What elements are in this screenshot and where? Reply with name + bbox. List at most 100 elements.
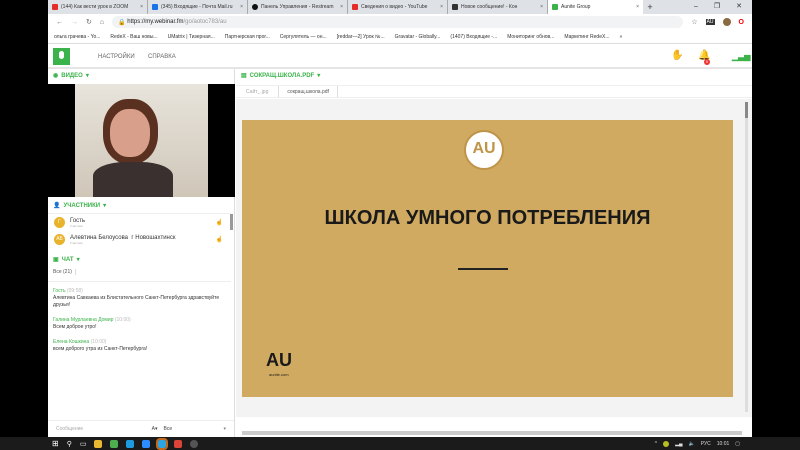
hand-icon[interactable]: ☝ xyxy=(216,219,223,226)
document-tab-active[interactable]: сокращ.школа.pdf xyxy=(279,86,338,97)
logo-subtext: aunite.com xyxy=(269,372,289,377)
chevron-down-icon: ▾ xyxy=(223,426,226,432)
participants-header[interactable]: 👤 УЧАСТНИКИ ▾ xyxy=(53,202,106,210)
vk-icon xyxy=(452,4,458,10)
video-label: ВИДЕО xyxy=(61,72,83,79)
text-format-icon[interactable]: A▾ xyxy=(152,426,158,432)
participants-scrollbar[interactable] xyxy=(230,214,233,230)
back-icon[interactable]: ← xyxy=(56,19,63,26)
recipient-select[interactable]: Все xyxy=(163,426,223,432)
tray-chevron-icon[interactable]: ^ xyxy=(655,441,657,447)
close-window-button[interactable]: ✕ xyxy=(736,0,742,14)
youtube-icon xyxy=(352,4,358,10)
close-icon[interactable]: × xyxy=(340,4,343,10)
bookmarks-bar: ольга грачева - Yo... RedeX - Ваш новы..… xyxy=(48,30,752,44)
bookmark[interactable]: Gravatar - Globally... xyxy=(395,34,441,40)
video-panel-header[interactable]: ◉ ВИДЕО ▾ xyxy=(53,72,89,80)
new-tab-button[interactable]: + xyxy=(643,0,657,14)
minimize-button[interactable]: – xyxy=(694,0,698,14)
document-label: СОКРАЩ.ШКОЛА.PDF xyxy=(249,72,315,79)
chat-filter-tab[interactable]: Все (21) xyxy=(53,269,76,275)
author: Галина Мурлаевна Домир xyxy=(53,317,114,323)
close-icon[interactable]: × xyxy=(540,4,543,10)
bookmark[interactable]: Сергулятель — он... xyxy=(280,34,327,40)
time: (10:00) xyxy=(114,317,131,323)
menu-help[interactable]: СПРАВКА xyxy=(148,54,176,60)
star-icon[interactable]: ☆ xyxy=(691,18,697,26)
bookmark[interactable]: Маркетинг RedeX... xyxy=(564,34,609,40)
reload-icon[interactable]: ↻ xyxy=(86,18,92,26)
browser-tab[interactable]: Панель Управления - Restream × xyxy=(248,0,348,14)
participant-row[interactable]: АБ Алевтина Белоусова г Новошахтинск Участ… xyxy=(48,231,231,248)
title-underline xyxy=(458,268,508,270)
user-icon: 👤 xyxy=(53,203,61,209)
aunite-icon xyxy=(552,4,558,10)
skype-icon[interactable] xyxy=(126,439,135,448)
document-tab[interactable]: Сайт_.jpg xyxy=(236,86,280,97)
text: Всем доброе утро! xyxy=(53,324,97,330)
opera-icon[interactable]: O xyxy=(739,19,744,26)
avatar: Г xyxy=(54,217,65,228)
slide-title: ШКОЛА УМНОГО ПОТРЕБЛЕНИЯ xyxy=(324,207,651,229)
clock[interactable]: 10:01 xyxy=(717,441,730,447)
bookmark[interactable]: [reddar—2] Урок №... xyxy=(337,34,385,40)
microphone-logo-icon[interactable] xyxy=(53,48,70,65)
document-header[interactable]: ▤ СОКРАЩ.ШКОЛА.PDF ▾ xyxy=(241,72,320,80)
chrome-alt-icon[interactable] xyxy=(174,439,183,448)
file-explorer-icon[interactable] xyxy=(94,439,103,448)
raise-hand-icon[interactable]: ✋ xyxy=(671,50,683,61)
more-bookmarks-icon[interactable]: » xyxy=(620,34,623,40)
close-icon[interactable]: × xyxy=(240,4,243,10)
volume-icon[interactable]: 🔈 xyxy=(689,441,695,447)
menu-settings[interactable]: НАСТРОЙКИ xyxy=(98,54,135,60)
browser-tab-active[interactable]: Aunite Group × xyxy=(548,0,643,14)
file-icon: ▤ xyxy=(241,73,247,79)
close-icon[interactable]: × xyxy=(636,4,639,10)
close-icon[interactable]: × xyxy=(140,4,143,10)
telegram-icon[interactable] xyxy=(156,437,169,450)
browser-tab[interactable]: Новое сообщение! - Кон × xyxy=(448,0,548,14)
vertical-scrollbar[interactable] xyxy=(745,102,748,412)
hand-icon[interactable]: ☝ xyxy=(216,236,223,243)
chrome-icon[interactable] xyxy=(110,439,119,448)
close-icon[interactable]: × xyxy=(440,4,443,10)
windows-start-icon[interactable]: ⊞ xyxy=(52,439,59,448)
forward-icon[interactable]: → xyxy=(71,19,78,26)
bookmark[interactable]: (1407) Входящие -... xyxy=(450,34,497,40)
browser-tab[interactable]: (144) Как вести урок в ZOOM × xyxy=(48,0,148,14)
participant-row[interactable]: Г Гость Участник ☝ xyxy=(48,214,231,231)
time: (10:00) xyxy=(90,339,107,345)
participant-name: Алевтина Белоусова xyxy=(70,234,129,241)
chat-header[interactable]: ▣ ЧАТ ▾ xyxy=(53,256,80,264)
tray-app-icon[interactable] xyxy=(663,440,670,447)
language-indicator[interactable]: РУС xyxy=(701,441,711,447)
notifications-icon[interactable]: ▢ xyxy=(735,441,740,447)
chat-message: Гость (09:58) Алевтина Савкаева из Блиста… xyxy=(53,288,231,309)
bookmark[interactable]: Партнерская прог... xyxy=(225,34,270,40)
taskbar: ⊞ ⚲ ▭ ^ ▂▄ 🔈 РУС 10:01 ▢ xyxy=(0,437,800,450)
bookmark[interactable]: UMatrix | Тизерная... xyxy=(168,34,215,40)
text: Алевтина Савкаева из Блистательного Санк… xyxy=(53,295,220,308)
bookmark[interactable]: RedeX - Ваш новы... xyxy=(110,34,157,40)
network-icon[interactable]: ▂▄ xyxy=(675,441,682,447)
chat-messages: Гость (09:58) Алевтина Савкаева из Блиста… xyxy=(48,281,231,361)
maximize-button[interactable]: ❐ xyxy=(714,0,720,14)
left-panel: ◉ ВИДЕО ▾ 👤 УЧАСТНИКИ ▾ Г Гость Участник ☝ АБ Ал… xyxy=(48,69,235,437)
video-stream[interactable] xyxy=(48,84,235,197)
extension-icon[interactable]: AU xyxy=(705,19,715,25)
bookmark[interactable]: Мониторинг обнов... xyxy=(507,34,554,40)
chat-label: ЧАТ xyxy=(61,256,74,263)
horizontal-scrollbar[interactable] xyxy=(242,431,742,435)
task-view-icon[interactable]: ▭ xyxy=(80,440,87,448)
search-icon[interactable]: ⚲ xyxy=(67,440,72,448)
home-icon[interactable]: ⌂ xyxy=(100,19,104,26)
bookmark[interactable]: ольга грачева - Yo... xyxy=(54,34,100,40)
url-input[interactable]: 🔒 https://my.webinar.fm/go/aotoc783/au xyxy=(112,16,684,28)
chat-input[interactable]: Сообщение xyxy=(56,426,152,432)
browser-tab[interactable]: (345) Входящие - Почта Mail.ru × xyxy=(148,0,248,14)
zoom-icon[interactable] xyxy=(142,439,151,448)
obs-icon[interactable] xyxy=(190,439,199,448)
browser-tab[interactable]: Сведения о видео - YouTube × xyxy=(348,0,448,14)
profile-avatar[interactable] xyxy=(722,18,731,26)
tab-label: (144) Как вести урок в ZOOM xyxy=(61,4,129,10)
